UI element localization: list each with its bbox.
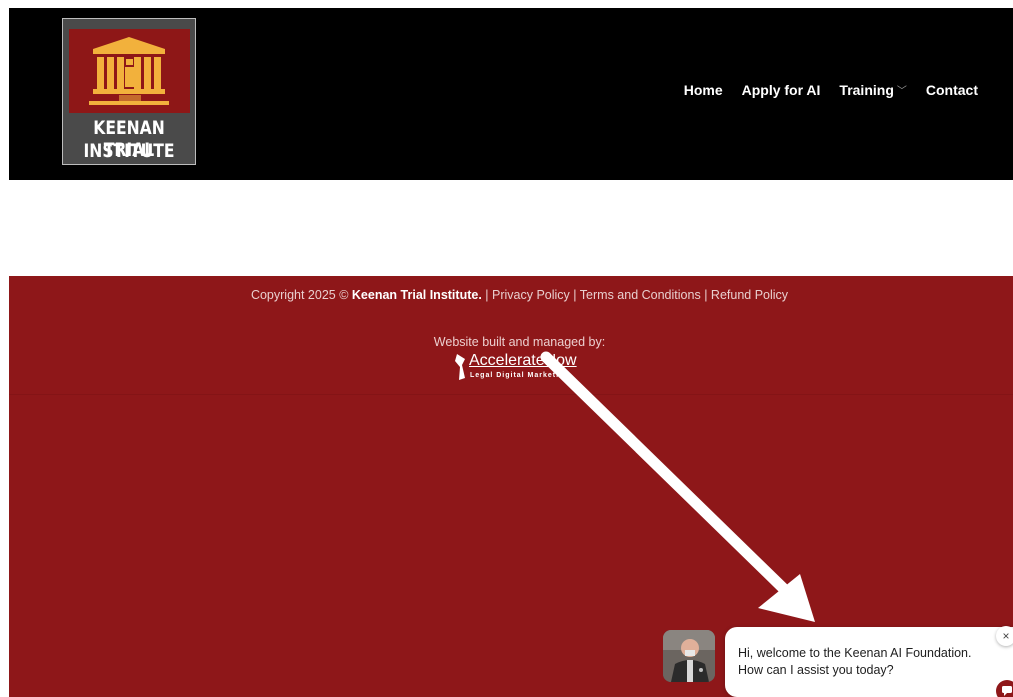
chat-bubble-icon: [1002, 686, 1012, 696]
separator: |: [704, 288, 708, 302]
separator: |: [485, 288, 489, 302]
chat-agent-avatar[interactable]: [663, 630, 715, 682]
page: KEENAN TRIAL INSTITUTE Home Apply for AI…: [0, 0, 1013, 697]
accelerate-subtitle: Legal Digital Marketing: [470, 372, 570, 379]
chat-launcher-button[interactable]: [996, 680, 1013, 697]
separator: |: [573, 288, 577, 302]
accelerate-name: AccelerateNow: [469, 352, 577, 369]
chat-greeting-line1: Hi, welcome to the Keenan AI Foundation.: [738, 646, 972, 660]
copyright-line: Copyright 2025 © Keenan Trial Institute.…: [9, 288, 1013, 302]
built-by-text: Website built and managed by:: [433, 335, 606, 349]
terms-link[interactable]: Terms and Conditions: [580, 288, 701, 302]
logo-text-line2: INSTITUTE: [83, 140, 175, 162]
logo-emblem-background: [69, 29, 190, 113]
nav-home[interactable]: Home: [684, 82, 723, 98]
site-header: KEENAN TRIAL INSTITUTE Home Apply for AI…: [9, 8, 1013, 180]
main-nav: Home Apply for AI Training ﹀ Contact: [684, 82, 978, 98]
nav-training-label: Training: [839, 82, 894, 98]
footer-divider: [9, 394, 1013, 395]
nav-training[interactable]: Training ﹀: [839, 82, 906, 98]
chat-greeting-line2: How can I assist you today?: [738, 663, 894, 677]
privacy-policy-link[interactable]: Privacy Policy: [492, 288, 570, 302]
accelerate-logo-icon: [455, 354, 465, 380]
chat-close-button[interactable]: ×: [996, 626, 1013, 646]
nav-contact[interactable]: Contact: [926, 82, 978, 98]
site-logo[interactable]: KEENAN TRIAL INSTITUTE: [62, 18, 196, 165]
company-name: Keenan Trial Institute.: [351, 288, 482, 302]
accelerate-now-logo[interactable]: AccelerateNow Legal Digital Marketing: [454, 351, 589, 385]
copyright-prefix: Copyright 2025 ©: [250, 288, 349, 302]
close-icon: ×: [1002, 629, 1010, 643]
chevron-down-icon: ﹀: [896, 86, 907, 97]
refund-policy-link[interactable]: Refund Policy: [711, 288, 788, 302]
chat-greeting-bubble[interactable]: Hi, welcome to the Keenan AI Foundation.…: [725, 627, 1013, 697]
agent-photo: [663, 630, 715, 682]
nav-apply-for-ai[interactable]: Apply for AI: [742, 82, 821, 98]
courthouse-icon: [89, 37, 169, 105]
